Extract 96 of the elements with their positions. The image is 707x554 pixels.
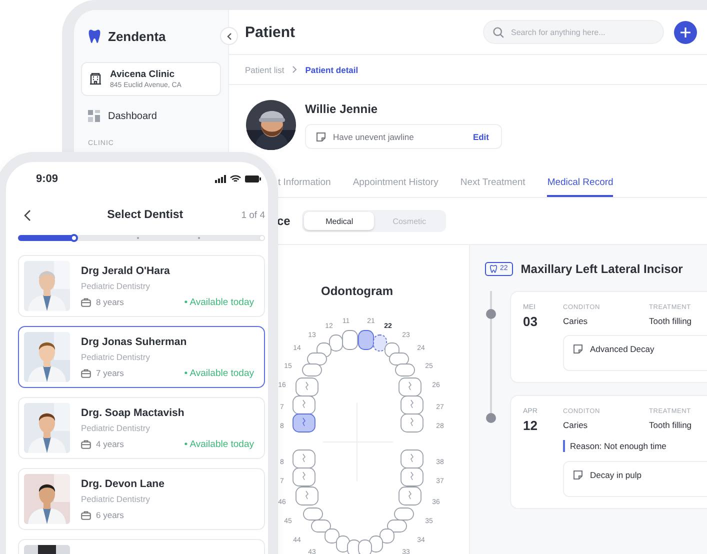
- specialty: Pediatric Dentistry: [81, 280, 151, 290]
- sidebar-item[interactable]: Dashboard: [81, 106, 221, 126]
- edit-link[interactable]: Edit: [472, 132, 489, 142]
- experience: 8 years: [96, 297, 124, 307]
- tooth[interactable]: [303, 508, 323, 520]
- wifi-icon: [230, 175, 241, 183]
- dentist-card[interactable]: Drg. Soap Mactavish Pediatric Dentistry 4 years • Available today: [18, 397, 265, 459]
- tooth[interactable]: [329, 334, 343, 352]
- note-text: Advanced Decay: [590, 344, 654, 354]
- dentist-name: Drg Jonas Suherman: [81, 336, 188, 348]
- timeline-dot: [486, 309, 496, 319]
- tooth[interactable]: [296, 486, 318, 506]
- step-counter: 1 of 4: [241, 210, 265, 220]
- page-title: Patient: [245, 24, 296, 40]
- chevron-right-icon: [292, 66, 298, 73]
- signal-icon: [215, 175, 226, 183]
- building-icon: [90, 73, 101, 85]
- tooth[interactable]: [358, 540, 372, 554]
- day: 12: [523, 418, 551, 433]
- tooth[interactable]: [394, 508, 414, 520]
- dashboard-icon: [88, 110, 100, 122]
- availability-status: • Available today: [184, 368, 254, 378]
- dentist-card[interactable]: Drg Jerald O'Hara Pediatric Dentistry 8 years • Available today: [18, 255, 265, 317]
- tooth[interactable]: [311, 520, 331, 532]
- specialty: Pediatric Dentistry: [81, 494, 151, 504]
- tooth[interactable]: [395, 364, 415, 376]
- add-button[interactable]: [674, 20, 697, 44]
- tooth[interactable]: [302, 364, 322, 376]
- tooth-name: Maxillary Left Lateral Incisor: [520, 262, 683, 276]
- tooth[interactable]: [400, 468, 424, 486]
- dentist-card[interactable]: Drg. Devon Lane Pediatric Dentistry 6 years: [18, 468, 265, 530]
- treatment-value: Tooth filling: [649, 420, 693, 430]
- search-icon: [493, 26, 504, 38]
- tooth[interactable]: [358, 330, 374, 350]
- note-icon: [316, 132, 326, 142]
- tooth[interactable]: [389, 352, 409, 366]
- availability-status: • Available today: [184, 438, 254, 450]
- tooth[interactable]: [400, 450, 424, 468]
- patient-name: Willie Jennie: [305, 102, 379, 116]
- condition-value: Caries: [563, 316, 589, 326]
- tooth[interactable]: [292, 450, 316, 468]
- brand-name: Zendenta: [108, 28, 166, 44]
- note-text: Decay in pulp: [590, 470, 642, 480]
- battery-icon: [245, 175, 261, 183]
- segment-button[interactable]: Medical: [304, 212, 374, 230]
- tooth[interactable]: [292, 414, 316, 432]
- plus-icon: [680, 26, 691, 38]
- tooth[interactable]: [398, 486, 422, 506]
- dentist-name: Drg. Soap Mactavish: [81, 406, 186, 418]
- screen-title: Select Dentist: [107, 209, 184, 221]
- day: 03: [523, 314, 551, 329]
- status-time: 9:09: [36, 173, 58, 185]
- tooth[interactable]: [387, 520, 407, 532]
- tooth[interactable]: [400, 414, 424, 432]
- tooth[interactable]: [296, 378, 318, 396]
- briefcase-icon: [81, 298, 91, 306]
- tooth[interactable]: [400, 396, 424, 414]
- reason-text: Reason: Not enough time: [563, 440, 666, 452]
- specialty: Pediatric Dentistry: [81, 352, 151, 362]
- back-icon[interactable]: [24, 210, 31, 220]
- tooth[interactable]: [324, 528, 340, 544]
- timeline-dot: [486, 413, 496, 423]
- treatment-value: Tooth filling: [649, 316, 693, 326]
- note-icon: [573, 470, 583, 480]
- dentist-name: Drg. Devon Lane: [81, 478, 166, 490]
- clinic-name: Avicena Clinic: [110, 69, 176, 80]
- briefcase-icon: [81, 368, 91, 378]
- tooth[interactable]: [292, 396, 316, 414]
- dentist-name: Drg Jerald O'Hara: [81, 264, 171, 276]
- experience: 7 years: [96, 368, 124, 378]
- tooth[interactable]: [292, 468, 316, 486]
- dentist-card[interactable]: Drg Jonas Suherman Pediatric Dentistry 7 years • Available today: [18, 326, 265, 388]
- tooth-icon: [88, 28, 101, 44]
- briefcase-icon: [81, 510, 91, 520]
- tooth[interactable]: [342, 330, 358, 350]
- tooth[interactable]: [307, 352, 327, 366]
- availability-status: • Available today: [184, 296, 254, 308]
- note-icon: [573, 344, 583, 354]
- progress-knob: [70, 234, 78, 242]
- collapse-button[interactable]: [220, 27, 238, 45]
- experience: 4 years: [96, 439, 124, 449]
- briefcase-icon: [81, 440, 91, 448]
- odontogram-title: Odontogram: [320, 283, 394, 299]
- tooth[interactable]: [380, 528, 394, 544]
- tooth[interactable]: [398, 378, 422, 396]
- experience: 6 years: [96, 510, 124, 520]
- note-text: Have unevent jawline: [333, 132, 414, 142]
- breadcrumb-link[interactable]: Patient detail: [305, 64, 358, 74]
- search-field[interactable]: Search for anything here...: [483, 20, 664, 44]
- tooth[interactable]: [373, 334, 387, 352]
- condition-value: Caries: [563, 420, 589, 430]
- tooth-icon: [490, 264, 497, 272]
- section-heading: ce: [277, 214, 290, 228]
- specialty: Pediatric Dentistry: [81, 422, 151, 432]
- tab[interactable]: Medical Record: [547, 171, 614, 197]
- chevron-left-icon: [226, 32, 232, 40]
